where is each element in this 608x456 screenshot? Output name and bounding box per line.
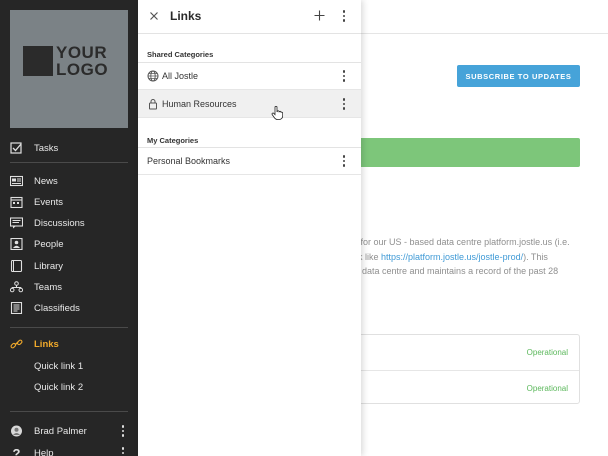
discussions-icon [10,217,23,229]
calendar-icon [10,196,23,208]
avatar [10,425,23,437]
sidebar-item-label: Teams [34,281,62,293]
tasks-icon [10,142,23,154]
category-label: Human Resources [162,99,237,109]
help-menu-icon[interactable] [118,446,128,456]
sidebar-item-news[interactable]: News [0,171,138,191]
sidebar-item-links[interactable]: Links [0,334,138,354]
sidebar-user[interactable]: Brad Palmer [0,421,138,441]
sidebar-item-label: Classifieds [34,302,80,314]
logo-square [23,46,53,76]
category-row-personal-bookmarks[interactable]: Personal Bookmarks [138,147,361,175]
sidebar-item-label: Tasks [34,142,59,154]
more-options-icon[interactable] [339,9,349,23]
status-banner [350,138,580,167]
company-logo[interactable]: YOUR LOGO [10,10,128,128]
row-menu-icon[interactable] [339,154,349,168]
category-label: All Jostle [162,71,199,81]
description-line-1: e for our US - based data centre platfor… [353,237,570,247]
sidebar-item-classifieds[interactable]: Classifieds [0,298,138,318]
sidebar-item-quick-link-1[interactable]: Quick link 1 [0,356,138,376]
description-line-2: ok like https://platform.jostle.us/jostl… [353,252,548,262]
globe-icon [147,70,159,82]
close-icon[interactable] [149,11,159,21]
user-name: Brad Palmer [34,425,87,437]
platform-link[interactable]: https://platform.jostle.us/jostle-prod/ [381,252,523,262]
sidebar-item-label: News [34,175,58,187]
header-divider [360,33,608,34]
sidebar-item-label: Quick link 1 [34,360,84,372]
panel-title: Links [170,9,202,23]
sidebar-item-label: Events [34,196,64,208]
help-icon: ? [12,445,21,456]
logo-text-line1: YOUR [56,43,108,62]
sidebar-item-tasks[interactable]: Tasks [0,138,138,158]
sidebar-item-events[interactable]: Events [0,192,138,212]
sidebar-item-label: People [34,238,64,250]
sidebar-item-help[interactable]: ? Help [0,443,138,456]
sidebar-divider [10,327,128,328]
links-panel: Links Shared Categories All Jostle Human… [138,0,361,456]
sidebar-item-library[interactable]: Library [0,256,138,276]
subscribe-button[interactable]: SUBSCRIBE TO UPDATES [457,65,580,87]
description-line-3: is data centre and maintains a record of… [353,266,559,276]
status-badge: Operational [526,348,568,357]
links-panel-header: Links [138,0,361,34]
sidebar-item-label: Library [34,260,64,272]
user-menu-icon[interactable] [118,424,128,438]
category-label: Personal Bookmarks [147,156,231,166]
sidebar-item-teams[interactable]: Teams [0,277,138,297]
category-row-human-resources[interactable]: Human Resources [138,90,361,118]
lock-icon [149,99,157,110]
category-row-all-jostle[interactable]: All Jostle [138,62,361,90]
add-icon[interactable] [314,10,325,21]
sidebar-item-label: Quick link 2 [34,381,84,393]
logo-text-line2: LOGO [56,60,109,79]
component-status-list: Operational Operational [350,334,580,404]
teams-icon [10,281,23,293]
status-row: Operational [351,370,579,405]
sidebar-item-label: Help [34,447,54,456]
link-icon [10,338,23,350]
row-menu-icon[interactable] [339,97,349,111]
my-categories-heading: My Categories [147,136,199,145]
sidebar: YOUR LOGO Tasks News Events Discussions … [0,0,138,456]
people-icon [10,238,23,250]
sidebar-item-quick-link-2[interactable]: Quick link 2 [0,377,138,397]
sidebar-divider [10,162,128,163]
sidebar-item-label: Links [34,338,59,350]
shared-categories-heading: Shared Categories [147,50,214,59]
hand-cursor-icon [271,106,283,120]
sidebar-item-people[interactable]: People [0,234,138,254]
status-badge: Operational [526,384,568,393]
library-icon [10,260,23,272]
status-row: Operational [351,335,579,370]
news-icon [10,175,23,187]
sidebar-divider [10,411,128,412]
sidebar-item-discussions[interactable]: Discussions [0,213,138,233]
sidebar-item-label: Discussions [34,217,85,229]
classifieds-icon [10,302,23,314]
row-menu-icon[interactable] [339,69,349,83]
